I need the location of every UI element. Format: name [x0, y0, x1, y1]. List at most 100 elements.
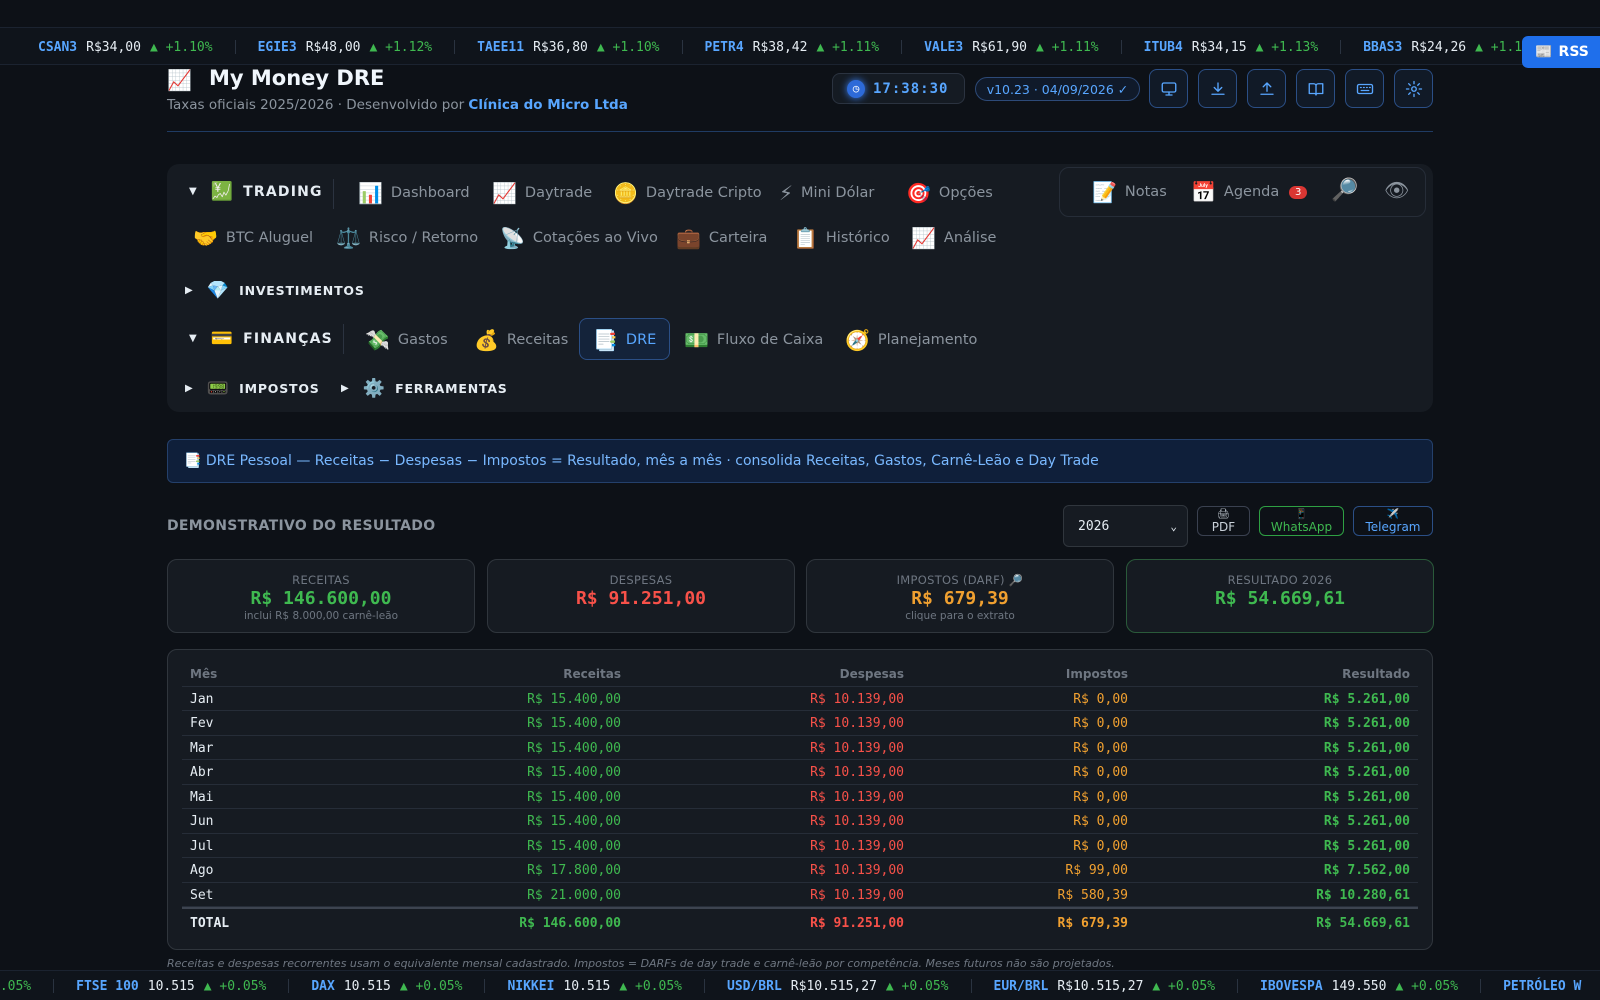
coin-icon: 🪙: [613, 181, 638, 205]
ticker-item[interactable]: USD/BRL R$10.515,27 ▲ +0.05%: [727, 979, 972, 994]
pdf-button[interactable]: 🖨 PDF: [1197, 506, 1250, 536]
section-impostos[interactable]: ▶ 📟 IMPOSTOS: [185, 378, 320, 399]
notas-button[interactable]: 📝 Notas: [1092, 180, 1167, 204]
section-financas[interactable]: ▼ 💳 FINANÇAS: [189, 328, 333, 349]
whatsapp-button[interactable]: 📱 WhatsApp: [1259, 506, 1344, 536]
manual-button[interactable]: [1296, 69, 1335, 108]
table-row: Set R$ 21.000,00 R$ 10.139,00 R$ 580,39 R$ 1…: [182, 883, 1418, 907]
scale-icon: ⚖️: [336, 226, 361, 250]
nav-daytrade[interactable]: 📈 Daytrade: [492, 181, 592, 205]
card-receitas: RECEITAS R$ 146.600,00 inclui R$ 8.000,0…: [167, 559, 475, 633]
app-subtitle: Taxas oficiais 2025/2026 · Desenvolvido …: [167, 97, 628, 113]
receitas-cell: R$ 21.000,00: [527, 887, 621, 903]
resultado-cell: R$ 5.261,00: [1323, 838, 1410, 854]
trend-up-icon: 📈: [911, 226, 936, 250]
nav-opcoes[interactable]: 🎯 Opções: [906, 181, 993, 205]
ticker-item[interactable]: EGIE3 R$48,00 ▲ +1.12%: [258, 40, 456, 55]
table-total-row: TOTAL R$ 146.600,00 R$ 91.251,00 R$ 679,39 R…: [182, 907, 1418, 932]
resultado-cell: R$ 5.261,00: [1323, 691, 1410, 707]
receitas-value: R$ 146.600,00: [250, 588, 392, 609]
settings-button[interactable]: [1394, 69, 1433, 108]
card-despesas: DESPESAS R$ 91.251,00: [487, 559, 795, 633]
keyboard-button[interactable]: [1345, 69, 1384, 108]
section-ferramentas[interactable]: ▶ ⚙️ FERRAMENTAS: [341, 378, 508, 399]
nav-daytrade-cripto[interactable]: 🪙 Daytrade Cripto: [613, 181, 762, 205]
ticker-item[interactable]: FTSE 100 10.515 ▲ +0.05%: [76, 979, 290, 994]
nav-analise[interactable]: 📈 Análise: [911, 226, 996, 250]
target-icon: 🎯: [906, 181, 931, 205]
rss-button[interactable]: 📰 RSS: [1522, 36, 1600, 68]
bar-chart-icon: 📊: [358, 181, 383, 205]
telegram-button[interactable]: ✈️ Telegram: [1353, 506, 1433, 536]
ticker-item[interactable]: BBAS3 R$24,26 ▲ +1.1: [1363, 40, 1544, 55]
impostos-cell: R$ 580,39: [1057, 887, 1128, 903]
header-divider: [167, 131, 1433, 132]
impostos-value: R$ 679,39: [911, 588, 1009, 609]
receitas-cell: R$ 15.400,00: [527, 814, 621, 829]
despesas-cell: R$ 10.139,00: [810, 863, 904, 878]
nav-dre[interactable]: 📑 DRE: [593, 328, 656, 352]
nav-cotacoes-ao-vivo[interactable]: 📡 Cotações ao Vivo: [500, 226, 658, 250]
nav-risco-retorno[interactable]: ⚖️ Risco / Retorno: [336, 226, 478, 250]
month-cell: TOTAL: [190, 916, 230, 931]
ticker-item[interactable]: NIKKEI 10.515 ▲ +0.05%: [507, 979, 705, 994]
gear-icon: [1405, 80, 1422, 97]
ticker-item[interactable]: DAX 10.515 ▲ +0.05%: [311, 979, 486, 994]
privacy-toggle[interactable]: 👁: [1384, 178, 1417, 202]
book-icon: [1308, 82, 1323, 96]
ticker-item[interactable]: PETR4 R$38,42 ▲ +1.11%: [705, 40, 903, 55]
nav-dashboard[interactable]: 📊 Dashboard: [358, 181, 470, 205]
card-impostos[interactable]: IMPOSTOS (DARF) 🔎 R$ 679,39 clique para …: [806, 559, 1114, 633]
monitor-button[interactable]: [1149, 69, 1188, 108]
table-row: Mar R$ 15.400,00 R$ 10.139,00 R$ 0,00 R$ 5.2…: [182, 736, 1418, 760]
satellite-icon: 📡: [500, 226, 525, 250]
pager-icon: 📟: [206, 378, 230, 399]
company-link[interactable]: Clínica do Micro Ltda: [468, 97, 627, 113]
ticker-item[interactable]: CSAN3 R$34,00 ▲ +1.10%: [38, 40, 236, 55]
divider: [343, 324, 344, 354]
section-investimentos[interactable]: ▶ 💎 INVESTIMENTOS: [185, 280, 365, 301]
money-bag-icon: 💰: [474, 328, 499, 352]
agenda-button[interactable]: 📅 Agenda 3: [1191, 180, 1308, 204]
nav-gastos[interactable]: 💸 Gastos: [365, 328, 448, 352]
download-button[interactable]: [1198, 69, 1237, 108]
despesas-cell: R$ 10.139,00: [810, 887, 904, 903]
table-row: Jun R$ 15.400,00 R$ 10.139,00 R$ 0,00 R$ 5.2…: [182, 809, 1418, 834]
handshake-icon: 🤝: [193, 226, 218, 250]
ticker-item[interactable]: TAEE11 R$36,80 ▲ +1.10%: [477, 40, 683, 55]
ticker-item[interactable]: VALE3 R$61,90 ▲ +1.11%: [924, 40, 1122, 55]
ticker-item[interactable]: ITUB4 R$34,15 ▲ +1.13%: [1144, 40, 1342, 55]
nav-carteira[interactable]: 💼 Carteira: [676, 226, 767, 250]
month-cell: Mar: [190, 740, 214, 756]
nav-historico[interactable]: 📋 Histórico: [793, 226, 890, 250]
nav-fluxo-de-caixa[interactable]: 💵 Fluxo de Caixa: [684, 328, 823, 352]
ticker-item[interactable]: PETRÓLEO W: [1503, 979, 1600, 994]
month-cell: Set: [190, 887, 214, 903]
despesas-value: R$ 91.251,00: [575, 588, 707, 609]
section-trading[interactable]: ▼ 💹 TRADING: [189, 181, 323, 202]
nav-receitas[interactable]: 💰 Receitas: [474, 328, 568, 352]
despesas-cell: R$ 10.139,00: [810, 740, 904, 756]
lightning-icon: ⚡: [779, 181, 794, 205]
clock-icon: ◷: [847, 79, 865, 98]
nav-planejamento[interactable]: 🧭 Planejamento: [845, 328, 977, 352]
footnote: Receitas e despesas recorrentes usam o e…: [167, 957, 1115, 970]
upload-button[interactable]: [1247, 69, 1286, 108]
year-select[interactable]: 2026 ⌄: [1063, 505, 1188, 547]
memo-icon: 📝: [1092, 180, 1117, 204]
top-ticker: CSAN3 R$34,00 ▲ +1.10% EGIE3 R$48,00 ▲ +1.12…: [0, 27, 1600, 65]
ticker-item[interactable]: IBOVESPA 149.550 ▲ +0.05%: [1260, 979, 1482, 994]
month-cell: Jan: [190, 691, 214, 707]
search-button[interactable]: 🔎: [1331, 178, 1366, 203]
resultado-cell: R$ 5.261,00: [1323, 789, 1410, 805]
money-wings-icon: 💸: [365, 328, 390, 352]
receitas-cell: R$ 15.400,00: [527, 716, 621, 731]
impostos-cell: R$ 0,00: [1073, 691, 1128, 707]
nav-btc-aluguel[interactable]: 🤝 BTC Aluguel: [193, 226, 313, 250]
ticker-item[interactable]: EUR/BRL R$10.515,27 ▲ +0.05%: [994, 979, 1239, 994]
briefcase-icon: 💼: [676, 226, 701, 250]
resultado-cell: R$ 54.669,61: [1316, 916, 1410, 931]
ticker-item[interactable]: 0.05%: [0, 979, 55, 994]
nav-mini-dolar[interactable]: ⚡ Mini Dólar: [779, 181, 874, 205]
version-badge[interactable]: v10.23 · 04/09/2026 ✓: [975, 77, 1140, 101]
